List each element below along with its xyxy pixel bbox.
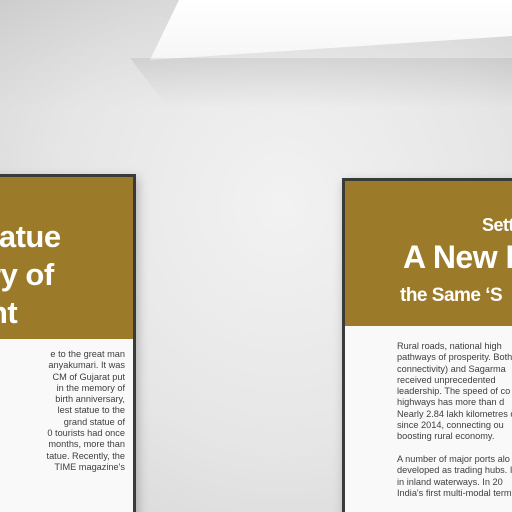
poster-left-body-line: grand statue of <box>63 416 125 427</box>
poster-right-body-line: Rural roads, national high <box>397 341 502 351</box>
poster-right-body-line: developed as trading hubs. In <box>397 465 512 476</box>
poster-left-body-line: birth anniversary, <box>55 394 125 405</box>
poster-left-body-line: e to the great man <box>50 349 125 359</box>
poster-left-headline-line: nt <box>0 295 18 330</box>
poster-left-body-line: 0 tourists had once <box>47 428 125 439</box>
poster-right-header-band: Sett A New P the Same ‘S <box>345 181 512 326</box>
poster-left-body-line: TIME magazine's <box>54 461 125 472</box>
poster-left-body-line: in the memory of <box>56 382 125 393</box>
gallery-scene: tatue ry of nt e to the great man anyaku… <box>0 0 512 512</box>
poster-left-header-band: tatue ry of nt <box>0 177 133 339</box>
poster-right-body: Rural roads, national high pathways of p… <box>397 341 512 512</box>
poster-right-body-line: received unprecedented <box>397 374 496 385</box>
poster-right-body-line: in inland waterways. In 20 <box>397 476 503 487</box>
poster-right-body-line: Nearly 2.84 lakh kilometres o <box>397 408 512 419</box>
poster-right-headline-line: Sett <box>482 215 512 235</box>
poster-right-body-line: A number of major ports alo <box>397 453 510 464</box>
poster-right-body-line: pathways of prosperity. Both <box>397 352 512 363</box>
poster-left: tatue ry of nt e to the great man anyaku… <box>0 174 136 512</box>
poster-left-body-line: anyakumari. It was <box>48 360 125 371</box>
poster-right-body-line: since 2014, connecting ou <box>397 420 504 431</box>
poster-left-body: e to the great man anyakumari. It was CM… <box>0 349 133 512</box>
poster-left-headline-line: ry of <box>0 257 54 292</box>
poster-right-body-line: connectivity) and Sagarma <box>397 363 506 374</box>
poster-right-body-line: leadership. The speed of co <box>397 386 511 397</box>
poster-right-body-line: India's first multi-modal term <box>397 487 512 498</box>
poster-right-headline-line: the Same ‘S <box>400 285 503 306</box>
poster-left-headline-line: tatue <box>0 219 61 254</box>
ceiling-edge-shadow <box>130 58 512 108</box>
poster-left-body-line: months, more than <box>48 439 125 450</box>
poster-left-body-line: CM of Gujarat put <box>52 371 125 382</box>
poster-right-body-line: boosting rural economy. <box>397 431 495 442</box>
poster-right-body-line: highways has more than d <box>397 397 505 408</box>
poster-left-body-line: lest statue to the <box>57 405 125 416</box>
poster-left-body-line: tatue. Recently, the <box>46 450 125 461</box>
poster-right: Sett A New P the Same ‘S Rural roads, na… <box>342 178 512 512</box>
poster-right-headline-line: A New P <box>403 239 512 275</box>
